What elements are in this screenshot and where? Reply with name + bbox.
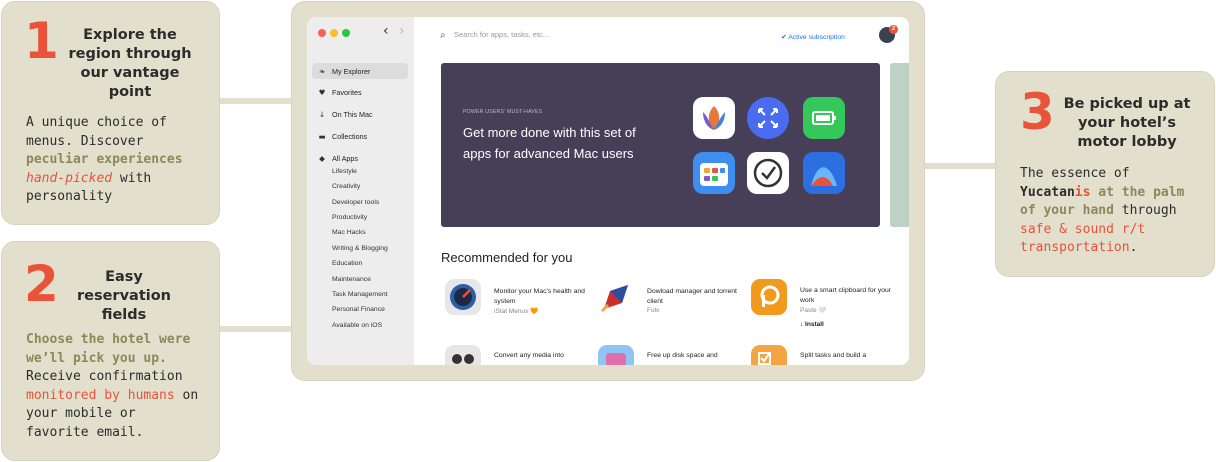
step-description: A unique choice of menus. Discover pecul… bbox=[26, 115, 183, 204]
app-description: Dowload manager and torrent client bbox=[647, 288, 737, 305]
app-name: Paste 🤍 bbox=[800, 307, 827, 314]
back-arrow-icon[interactable]: ‹ bbox=[383, 23, 389, 39]
step-title: Explore the region through our vantage p… bbox=[68, 27, 192, 100]
sidebar-item-all-apps[interactable]: ◆ All Apps bbox=[312, 150, 408, 166]
step-number: 1 bbox=[24, 12, 59, 70]
arrow-down-icon: ↓ bbox=[318, 109, 326, 119]
chart-app-icon[interactable] bbox=[803, 152, 845, 194]
checkmark-app-icon[interactable] bbox=[747, 152, 789, 194]
sidebar-category[interactable]: Writing & Blogging bbox=[332, 245, 388, 252]
next-banner-peek[interactable] bbox=[890, 63, 909, 227]
rocket-icon[interactable] bbox=[598, 279, 634, 315]
app-description: Use a smart clipboard for your work bbox=[800, 287, 892, 304]
paste-icon[interactable] bbox=[751, 279, 787, 315]
section-title: Recommended for you bbox=[441, 250, 573, 265]
craft-app-icon[interactable] bbox=[693, 97, 735, 139]
app-name: iStat Menus 🧡 bbox=[494, 308, 539, 315]
search-icon: ⌕ bbox=[440, 30, 446, 41]
sidebar-category[interactable]: Maintenance bbox=[332, 276, 371, 283]
step-card-2: 2 Easy reservation fields Choose the hot… bbox=[1, 241, 220, 461]
checklist-icon[interactable] bbox=[751, 345, 787, 365]
close-window-button[interactable] bbox=[318, 29, 326, 37]
sidebar-item-favorites[interactable]: ♥ Favorites bbox=[312, 84, 408, 100]
battery-app-icon[interactable] bbox=[803, 97, 845, 139]
sidebar-category[interactable]: Task Management bbox=[332, 291, 388, 298]
expand-app-icon[interactable] bbox=[747, 97, 789, 139]
heart-icon: ♥ bbox=[318, 87, 326, 97]
banner-eyebrow: POWER USERS' MUST-HAVES bbox=[463, 109, 543, 115]
search-input[interactable] bbox=[454, 30, 654, 39]
sidebar-category[interactable]: Productivity bbox=[332, 214, 367, 221]
minimize-window-button[interactable] bbox=[330, 29, 338, 37]
sidebar-category[interactable]: Personal Finance bbox=[332, 306, 385, 313]
gauge-icon[interactable] bbox=[445, 279, 481, 315]
sidebar-category[interactable]: Education bbox=[332, 260, 362, 267]
app-description: Monitor your Mac’s health and system bbox=[494, 288, 585, 305]
maximize-window-button[interactable] bbox=[342, 29, 350, 37]
forward-arrow-icon[interactable]: › bbox=[399, 23, 405, 39]
featured-banner[interactable]: POWER USERS' MUST-HAVES Get more done wi… bbox=[441, 63, 880, 227]
folder-cleanup-icon[interactable] bbox=[598, 345, 634, 365]
step-number: 2 bbox=[24, 255, 59, 313]
step-number: 3 bbox=[1020, 83, 1055, 141]
step-title: Easy reservation fields bbox=[76, 269, 172, 323]
sidebar: ‹ › ❧ My Explorer ♥ Favorites ↓ On This … bbox=[307, 17, 414, 365]
diamond-icon: ◆ bbox=[319, 153, 325, 163]
step-card-1: 1 Explore the region through our vantage… bbox=[1, 1, 220, 225]
leaf-icon: ❧ bbox=[318, 66, 326, 76]
step-description: Choose the hotel were we’ll pick you up.… bbox=[26, 332, 199, 440]
banner-title: Get more done with this set of apps for … bbox=[463, 125, 636, 161]
app-description: Convert any media into bbox=[494, 352, 564, 359]
sidebar-category[interactable]: Creativity bbox=[332, 183, 360, 190]
install-button[interactable]: ↓ Install bbox=[800, 321, 824, 328]
app-screenshot-frame: ‹ › ❧ My Explorer ♥ Favorites ↓ On This … bbox=[291, 1, 925, 381]
sidebar-item-on-this-mac[interactable]: ↓ On This Mac bbox=[312, 106, 408, 122]
sidebar-item-collections[interactable]: ▬ Collections bbox=[312, 128, 408, 144]
app-description: Free up disk space and bbox=[647, 352, 718, 359]
sidebar-category[interactable]: Available on iOS bbox=[332, 322, 382, 329]
robot-icon[interactable] bbox=[445, 345, 481, 365]
app-window: ‹ › ❧ My Explorer ♥ Favorites ↓ On This … bbox=[307, 17, 909, 365]
step-title: Be picked up at your hotel’s motor lobby bbox=[1063, 96, 1191, 150]
connector-1 bbox=[219, 98, 293, 104]
subscription-status[interactable]: ✔ Active subscription bbox=[781, 33, 845, 41]
step-description: The essence of Yucatanis at the palm of … bbox=[1020, 166, 1185, 255]
connector-3 bbox=[923, 163, 997, 169]
calendar-app-icon[interactable] bbox=[693, 152, 735, 194]
connector-2 bbox=[219, 326, 293, 332]
folder-icon: ▬ bbox=[318, 131, 326, 141]
sidebar-category[interactable]: Lifestyle bbox=[332, 168, 357, 175]
step-card-3: 3 Be picked up at your hotel’s motor lob… bbox=[995, 71, 1215, 277]
sidebar-item-my-explorer[interactable]: ❧ My Explorer bbox=[312, 63, 408, 79]
sidebar-category[interactable]: Developer tools bbox=[332, 199, 379, 206]
main-content: ⌕ ✔ Active subscription 2 POWER USERS' M… bbox=[414, 17, 909, 365]
app-description: Split tasks and build a bbox=[800, 352, 867, 359]
sidebar-category[interactable]: Mac Hacks bbox=[332, 229, 366, 236]
notification-badge: 2 bbox=[889, 25, 898, 34]
app-name: Folx bbox=[647, 307, 660, 314]
